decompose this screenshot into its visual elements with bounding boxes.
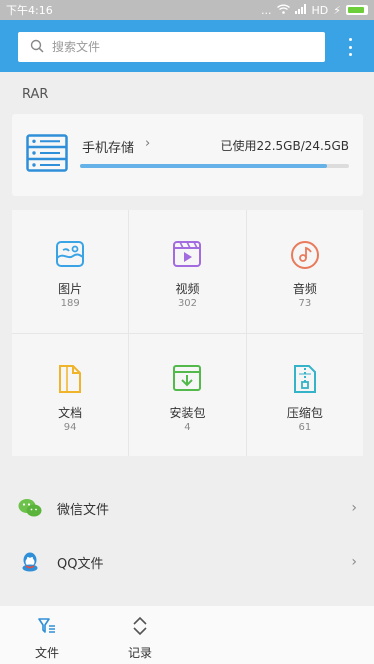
network-type: HD (311, 3, 329, 17)
status-icons: ... HD ⚡ (261, 3, 368, 17)
category-documents[interactable]: 文档 94 (12, 333, 129, 456)
status-bar: 下午4:16 ... HD ⚡ (0, 0, 374, 20)
list-item-label: QQ文件 (57, 556, 104, 572)
storage-progress-bar (80, 164, 349, 168)
category-count: 302 (177, 298, 198, 309)
tab-records[interactable]: 记录 (110, 614, 170, 661)
signal-icon (294, 3, 307, 17)
search-input[interactable] (52, 40, 292, 54)
list-item-label: 微信文件 (57, 502, 110, 518)
download-box-icon (172, 364, 202, 396)
category-label: 安装包 (169, 405, 206, 420)
tab-label: 文件 (34, 646, 59, 660)
charging-icon: ⚡ (333, 3, 341, 17)
chevron-right-icon: › (351, 554, 357, 570)
category-count: 73 (298, 298, 312, 309)
zip-file-icon (292, 364, 318, 398)
chevron-right-icon: › (145, 136, 151, 151)
storage-progress-fill (80, 164, 327, 168)
search-box[interactable] (18, 32, 325, 62)
storage-server-icon (26, 134, 68, 176)
category-count: 189 (60, 298, 80, 309)
category-grid: 图片 189 视频 302 音频 73 文档 94 安装包 4 压缩包 61 (12, 210, 363, 456)
tab-label: 记录 (127, 646, 152, 660)
category-audio[interactable]: 音频 73 (246, 210, 363, 333)
category-videos[interactable]: 视频 302 (129, 210, 246, 333)
document-icon (57, 364, 83, 398)
category-count: 94 (63, 421, 77, 433)
filter-icon (17, 614, 77, 638)
category-count: 4 (184, 421, 191, 433)
category-apks[interactable]: 安装包 4 (129, 333, 246, 456)
category-label: 文档 (58, 405, 83, 420)
status-time: 下午4:16 (6, 4, 53, 17)
storage-label: 手机存储 (82, 141, 135, 156)
category-label: 图片 (58, 282, 83, 296)
wifi-icon (276, 4, 290, 17)
video-icon (172, 240, 202, 272)
list-item-wechat-files[interactable]: 微信文件 › (12, 484, 363, 532)
more-options-icon[interactable] (340, 36, 360, 58)
search-icon (30, 38, 44, 57)
category-count: 61 (298, 421, 312, 433)
notification-dots: ... (261, 3, 272, 17)
chevron-up-down-icon (110, 614, 170, 638)
category-label: 压缩包 (286, 405, 323, 420)
section-title: RAR (22, 87, 49, 102)
category-label: 音频 (292, 282, 317, 296)
qq-icon (18, 550, 42, 574)
list-item-qq-files[interactable]: QQ文件 › (12, 538, 363, 586)
wechat-icon (18, 496, 42, 520)
bottom-tab-bar: 文件 记录 (0, 606, 374, 664)
tab-files[interactable]: 文件 (17, 614, 77, 661)
image-icon (55, 240, 85, 272)
category-archives[interactable]: 压缩包 61 (246, 333, 363, 456)
storage-usage: 已使用22.5GB/24.5GB (220, 139, 349, 153)
chevron-right-icon: › (351, 500, 357, 516)
audio-icon (290, 240, 320, 274)
battery-icon (346, 5, 368, 15)
top-bar (0, 20, 374, 72)
category-label: 视频 (175, 282, 200, 296)
category-images[interactable]: 图片 189 (12, 210, 129, 333)
phone-storage-card[interactable]: 手机存储 › 已使用22.5GB/24.5GB (12, 114, 363, 196)
